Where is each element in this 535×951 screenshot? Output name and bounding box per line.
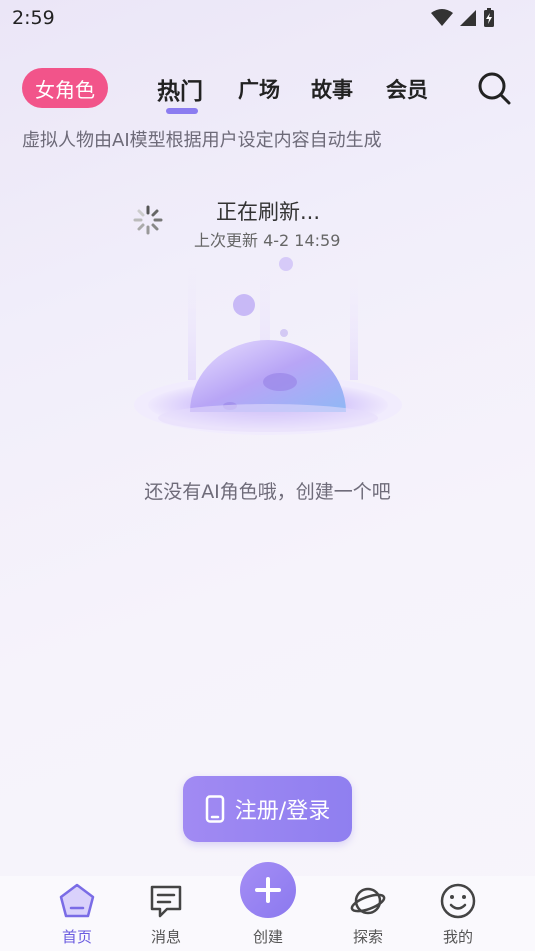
top-bar: 女角色 热门 广场 故事 会员	[0, 62, 535, 114]
plus-icon	[255, 877, 281, 903]
tab-square[interactable]: 广场	[238, 74, 280, 104]
nav-me-label: 我的	[442, 928, 473, 946]
nav-home-label: 首页	[61, 928, 92, 946]
planet-icon	[350, 887, 386, 915]
smiley-icon	[440, 883, 476, 919]
status-bar: 2:59	[0, 0, 535, 36]
message-icon	[150, 885, 182, 918]
create-button[interactable]	[240, 862, 296, 918]
search-icon[interactable]	[476, 70, 512, 106]
status-time: 2:59	[12, 7, 55, 29]
gender-selector-button[interactable]: 女角色	[22, 68, 108, 108]
register-login-label: 注册/登录	[234, 799, 331, 824]
refresh-status: 正在刷新...	[216, 200, 321, 224]
signal-icon	[460, 10, 476, 26]
tab-story[interactable]: 故事	[311, 74, 353, 104]
home-icon	[59, 883, 95, 918]
tab-hot[interactable]: 热门	[157, 72, 203, 106]
bottom-nav: 首页 消息 创建 探索 我的	[0, 862, 535, 951]
wifi-icon	[431, 9, 453, 26]
active-tab-indicator	[166, 108, 198, 114]
nav-explore-label: 探索	[352, 928, 383, 946]
nav-messages[interactable]: 消息	[131, 882, 201, 947]
nav-explore[interactable]: 探索	[333, 882, 403, 947]
battery-icon	[484, 8, 494, 27]
nav-me[interactable]: 我的	[423, 882, 493, 947]
loading-spinner-icon	[133, 205, 163, 235]
nav-create-label: 创建	[252, 928, 283, 946]
empty-state-message: 还没有AI角色哦，创建一个吧	[144, 481, 391, 503]
empty-planet-illustration	[134, 250, 402, 435]
ai-disclaimer: 虚拟人物由AI模型根据用户设定内容自动生成	[22, 130, 382, 151]
nav-messages-label: 消息	[150, 928, 181, 946]
tab-member[interactable]: 会员	[386, 74, 428, 104]
register-login-button[interactable]: 注册/登录	[183, 776, 352, 842]
nav-home[interactable]: 首页	[42, 882, 112, 947]
phone-icon	[205, 795, 225, 823]
status-icons	[431, 8, 495, 28]
